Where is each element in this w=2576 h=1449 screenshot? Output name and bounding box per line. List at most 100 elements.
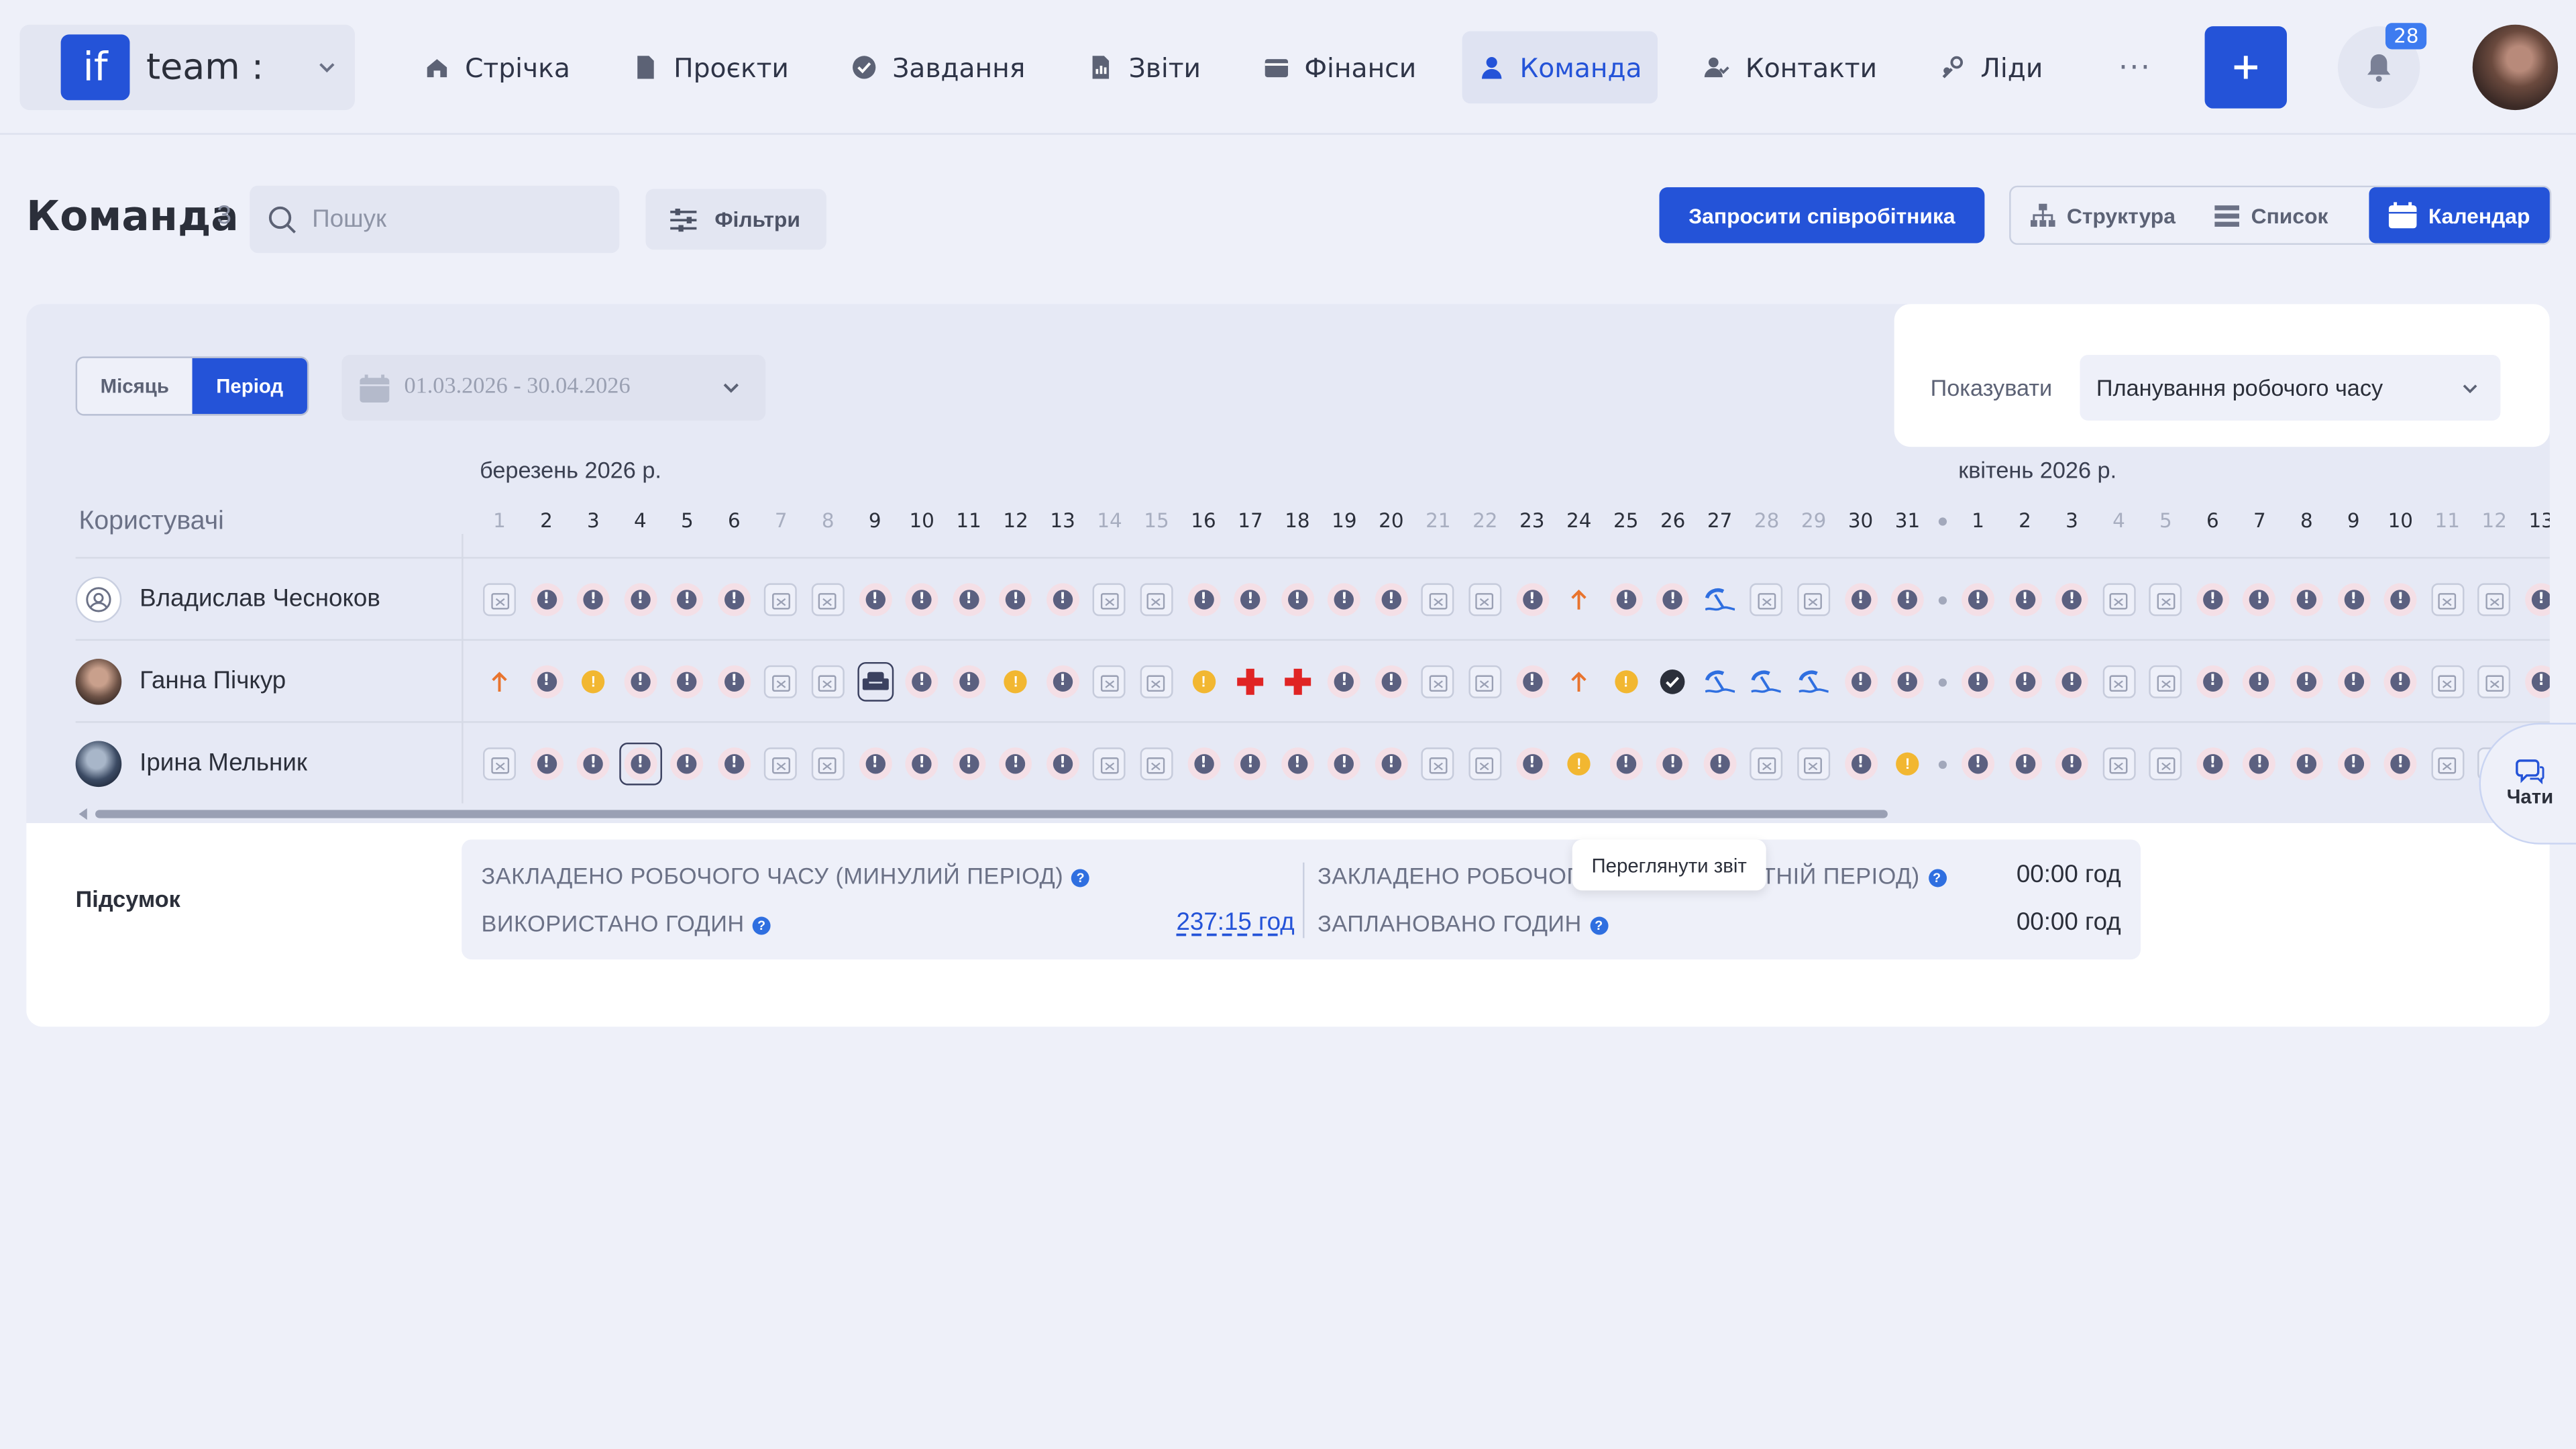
day-cell[interactable]: !	[1702, 746, 1738, 782]
day-cell[interactable]: !	[2194, 663, 2231, 700]
day-cell[interactable]: !	[904, 582, 940, 618]
day-cell[interactable]	[482, 746, 518, 782]
day-cell[interactable]	[1091, 582, 1128, 618]
nav-item-team[interactable]: Команда	[1462, 31, 1659, 104]
nav-item-reports[interactable]: Звіти	[1071, 32, 1218, 104]
day-cell[interactable]: !	[1890, 582, 1926, 618]
user-row-pichkur[interactable]: Ганна Пічкур	[75, 641, 462, 721]
day-cell[interactable]	[1420, 582, 1456, 618]
day-cell[interactable]	[1796, 663, 1832, 700]
day-cell[interactable]: !	[2241, 582, 2277, 618]
view-list-button[interactable]: Список	[2195, 187, 2348, 243]
highlighted-day-cell[interactable]	[619, 742, 662, 786]
day-cell[interactable]: !	[1843, 582, 1879, 618]
day-cell[interactable]: !	[2335, 582, 2371, 618]
day-cell[interactable]	[1749, 663, 1785, 700]
day-cell[interactable]	[1138, 663, 1175, 700]
month-divider-cell[interactable]	[1924, 582, 1960, 618]
day-cell[interactable]: !	[2241, 663, 2277, 700]
day-cell[interactable]	[810, 582, 846, 618]
day-cell[interactable]: !	[1279, 746, 1316, 782]
day-cell[interactable]: !	[622, 663, 658, 700]
nav-item-feed[interactable]: Стрічка	[407, 32, 586, 104]
day-cell[interactable]	[763, 746, 799, 782]
help-icon[interactable]: ?	[1071, 869, 1090, 887]
day-cell[interactable]: !	[1514, 582, 1550, 618]
day-cell[interactable]: !	[1232, 746, 1269, 782]
day-cell[interactable]: !	[1373, 582, 1409, 618]
day-cell[interactable]	[1279, 663, 1316, 700]
day-cell[interactable]: !	[1655, 582, 1691, 618]
day-cell[interactable]: !	[716, 663, 752, 700]
day-cell[interactable]: !	[998, 746, 1034, 782]
mode-month-button[interactable]: Місяць	[77, 358, 192, 414]
day-cell[interactable]	[2101, 746, 2137, 782]
day-cell[interactable]	[2147, 746, 2184, 782]
day-cell[interactable]: !	[1044, 663, 1081, 700]
day-cell[interactable]	[2147, 663, 2184, 700]
day-cell[interactable]: !	[904, 663, 940, 700]
user-avatar[interactable]	[2472, 24, 2559, 111]
day-cell[interactable]: !	[1185, 663, 1222, 700]
day-cell[interactable]: !	[575, 663, 611, 700]
day-cell[interactable]	[2429, 582, 2465, 618]
day-cell[interactable]: !	[951, 582, 987, 618]
day-cell[interactable]: !	[1561, 746, 1597, 782]
day-cell[interactable]: !	[951, 663, 987, 700]
day-cell[interactable]	[2476, 663, 2512, 700]
day-cell[interactable]: !	[1373, 663, 1409, 700]
day-cell[interactable]: !	[1655, 746, 1691, 782]
day-cell[interactable]: !	[1373, 746, 1409, 782]
nav-more-button[interactable]: ···	[2102, 32, 2167, 104]
workspace-switcher[interactable]: if team :	[19, 24, 355, 111]
month-divider-cell[interactable]	[1924, 663, 1960, 700]
day-cell[interactable]	[2429, 663, 2465, 700]
day-cell[interactable]	[763, 663, 799, 700]
day-cell[interactable]	[1702, 663, 1738, 700]
day-cell[interactable]: !	[2288, 746, 2324, 782]
nav-item-contacts[interactable]: Контакти	[1688, 32, 1893, 104]
day-cell[interactable]	[2476, 582, 2512, 618]
day-cell[interactable]: !	[2241, 746, 2277, 782]
mode-period-button[interactable]: Період	[192, 358, 307, 415]
search-input[interactable]	[312, 205, 592, 233]
day-cell[interactable]	[857, 661, 894, 702]
add-button[interactable]	[2204, 26, 2288, 109]
day-cell[interactable]: !	[2054, 746, 2090, 782]
day-cell[interactable]: !	[622, 582, 658, 618]
day-cell[interactable]: !	[2054, 582, 2090, 618]
horizontal-scrollbar[interactable]	[78, 808, 2550, 820]
day-cell[interactable]: !	[998, 582, 1034, 618]
month-divider-cell[interactable]	[1924, 746, 1960, 782]
day-cell[interactable]: !	[1185, 746, 1222, 782]
day-cell[interactable]: !	[716, 746, 752, 782]
date-range-picker[interactable]: 01.03.2026 - 30.04.2026	[341, 354, 766, 421]
day-cell[interactable]	[810, 746, 846, 782]
filters-button[interactable]: Фільтри	[645, 189, 826, 250]
day-cell[interactable]: !	[1843, 663, 1879, 700]
day-cell[interactable]: !	[2382, 663, 2418, 700]
day-cell[interactable]	[1091, 663, 1128, 700]
day-cell[interactable]: !	[669, 746, 705, 782]
day-cell[interactable]	[1232, 663, 1269, 700]
day-cell[interactable]: !	[2288, 663, 2324, 700]
day-cell[interactable]: !	[1843, 746, 1879, 782]
day-cell[interactable]: !	[2288, 582, 2324, 618]
view-structure-button[interactable]: Структура	[2011, 187, 2196, 243]
user-row-chesnokov[interactable]: Владислав Чесноков	[75, 559, 462, 639]
day-cell[interactable]: !	[857, 746, 893, 782]
day-cell[interactable]: !	[1326, 582, 1362, 618]
day-cell[interactable]: !	[1608, 746, 1644, 782]
day-cell[interactable]: !	[529, 663, 565, 700]
nav-item-finance[interactable]: Фінанси	[1247, 32, 1433, 104]
day-cell[interactable]: !	[1608, 663, 1644, 700]
day-cell[interactable]: !	[2007, 582, 2043, 618]
day-cell[interactable]: !	[716, 582, 752, 618]
day-cell[interactable]: !	[1044, 582, 1081, 618]
day-cell[interactable]: !	[1232, 582, 1269, 618]
day-cell[interactable]: !	[2382, 582, 2418, 618]
day-cell[interactable]: !	[1960, 746, 1996, 782]
day-cell[interactable]: !	[2382, 746, 2418, 782]
day-cell[interactable]: !	[1279, 582, 1316, 618]
day-cell[interactable]	[1749, 746, 1785, 782]
